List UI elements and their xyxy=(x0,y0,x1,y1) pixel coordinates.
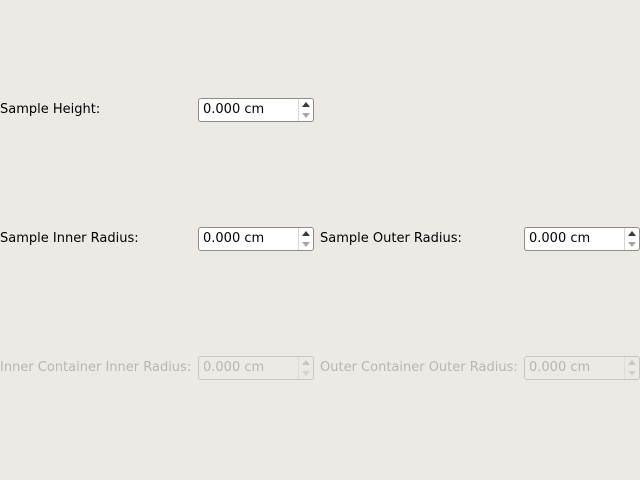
spin-buttons xyxy=(624,357,639,379)
sample-inner-radius-spinbox[interactable]: 0.000 cm xyxy=(198,227,314,251)
arrow-down-icon xyxy=(628,371,636,376)
arrow-up-icon xyxy=(302,102,310,107)
sample-inner-radius-value[interactable]: 0.000 cm xyxy=(203,228,264,250)
increment-button[interactable] xyxy=(299,99,313,110)
sample-height-value[interactable]: 0.000 cm xyxy=(203,99,264,121)
spin-buttons xyxy=(624,228,639,250)
spin-buttons xyxy=(298,228,313,250)
inner-container-inner-radius-label: Inner Container Inner Radius: xyxy=(0,360,192,375)
increment-button xyxy=(625,357,639,368)
spin-buttons xyxy=(298,357,313,379)
decrement-button[interactable] xyxy=(299,239,313,250)
sample-outer-radius-spinbox[interactable]: 0.000 cm xyxy=(524,227,640,251)
sample-inner-radius-label: Sample Inner Radius: xyxy=(0,231,139,246)
arrow-down-icon xyxy=(628,242,636,247)
arrow-down-icon xyxy=(302,371,310,376)
inner-container-inner-radius-spinbox: 0.000 cm xyxy=(198,356,314,380)
arrow-up-icon xyxy=(302,360,310,365)
arrow-down-icon xyxy=(302,242,310,247)
arrow-down-icon xyxy=(302,113,310,118)
increment-button[interactable] xyxy=(299,228,313,239)
decrement-button xyxy=(625,368,639,379)
decrement-button xyxy=(299,368,313,379)
geometry-form: Sample Height: 0.000 cm Sample Inner Rad… xyxy=(0,0,640,480)
sample-height-spinbox[interactable]: 0.000 cm xyxy=(198,98,314,122)
decrement-button[interactable] xyxy=(625,239,639,250)
sample-height-label: Sample Height: xyxy=(0,102,101,117)
inner-container-inner-radius-value: 0.000 cm xyxy=(203,360,265,375)
arrow-up-icon xyxy=(628,231,636,236)
arrow-up-icon xyxy=(302,231,310,236)
increment-button[interactable] xyxy=(625,228,639,239)
outer-container-outer-radius-value: 0.000 cm xyxy=(529,360,591,375)
increment-button xyxy=(299,357,313,368)
sample-outer-radius-value[interactable]: 0.000 cm xyxy=(529,228,590,250)
spin-buttons xyxy=(298,99,313,121)
sample-outer-radius-label: Sample Outer Radius: xyxy=(320,231,462,246)
arrow-up-icon xyxy=(628,360,636,365)
outer-container-outer-radius-spinbox: 0.000 cm xyxy=(524,356,640,380)
outer-container-outer-radius-label: Outer Container Outer Radius: xyxy=(320,360,518,375)
decrement-button[interactable] xyxy=(299,110,313,121)
